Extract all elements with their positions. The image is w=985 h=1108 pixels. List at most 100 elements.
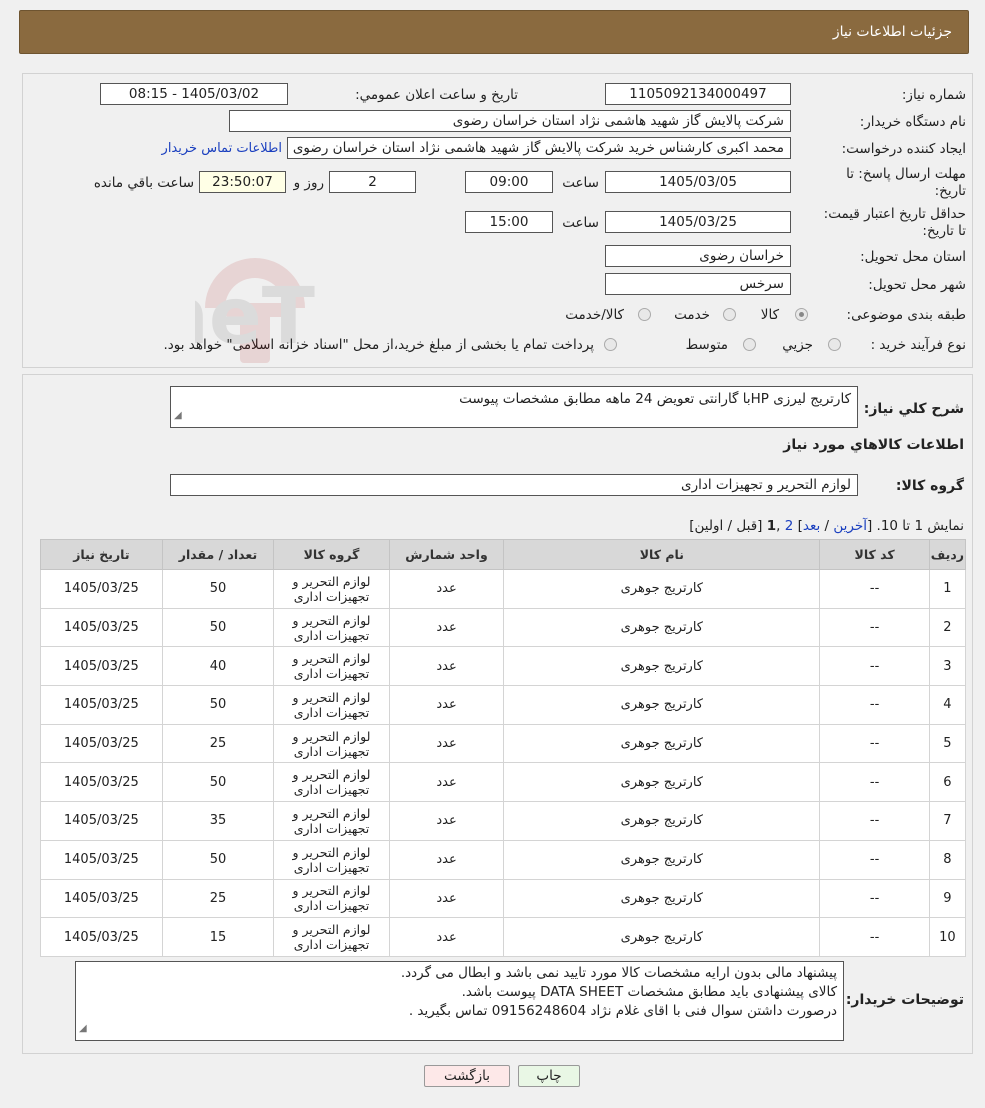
- process-option-small: جزيي: [782, 337, 813, 353]
- cell-index: 6: [928, 762, 967, 803]
- cell-date: 1405/03/25: [40, 878, 163, 919]
- goods-info-title: اطلاعات کالاهاي مورد نياز: [783, 437, 964, 453]
- buyer-org-field: شرکت پالایش گاز شهید هاشمی نژاد استان خر…: [229, 110, 791, 132]
- table-row: 9 -- کارتریج جوهری عدد لوازم التحرير و تجهيز…: [40, 878, 967, 919]
- print-button[interactable]: چاپ: [518, 1065, 580, 1087]
- validity-date-field: 1405/03/25: [605, 211, 791, 233]
- table-row: 3 -- کارتریج جوهری عدد لوازم التحرير و تجهيز…: [40, 646, 967, 687]
- table-row: 7 -- کارتریج جوهری عدد لوازم التحرير و تجهيز…: [40, 801, 967, 841]
- description-text: کارتریج لیرزی HPبا گارانتی تعویض 24 ماهه…: [459, 391, 851, 407]
- cell-index: 1: [928, 569, 967, 609]
- goods-group-field: لوازم التحرير و تجهيزات اداری: [170, 474, 858, 496]
- cell-group: لوازم التحرير و تجهيزات اداری: [273, 801, 390, 841]
- goods-group-label: گروه کالا:: [895, 478, 964, 494]
- cell-code: --: [819, 607, 930, 648]
- deadline-time-field: 09:00: [465, 171, 553, 193]
- cell-name: کارتریج جوهری: [503, 762, 821, 803]
- col-header-unit: واحد شمارش: [388, 539, 505, 570]
- cell-name: کارتریج جوهری: [503, 839, 821, 880]
- deadline-date-field: 1405/03/05: [605, 171, 791, 193]
- pagination-sep: /: [820, 518, 834, 534]
- page-header: جزئیات اطلاعات نیاز: [19, 10, 969, 54]
- cell-unit: عدد: [388, 801, 505, 841]
- pagination-prefix: نمایش 1 تا 10. [: [866, 518, 964, 534]
- buyer-org-label: نام دستگاه خريدار:: [859, 114, 966, 130]
- process-radio-medium[interactable]: [743, 337, 756, 352]
- category-radio-both[interactable]: [638, 307, 651, 322]
- cell-index: 10: [928, 917, 967, 957]
- table-header-row: رديف کد کالا نام کالا واحد شمارش گروه کا…: [40, 539, 967, 570]
- cell-name: کارتریج جوهری: [503, 569, 821, 609]
- cell-date: 1405/03/25: [40, 762, 163, 803]
- description-textarea[interactable]: کارتریج لیرزی HPبا گارانتی تعویض 24 ماهه…: [170, 386, 858, 428]
- col-header-code: کد کالا: [819, 539, 930, 570]
- announce-label: تاریخ و ساعت اعلان عمومي:: [355, 87, 518, 103]
- creator-label: ايجاد کننده درخواست:: [841, 141, 966, 157]
- table-row: 2 -- کارتریج جوهری عدد لوازم التحرير و تجهيز…: [40, 607, 967, 648]
- cell-code: --: [819, 569, 930, 609]
- cell-qty: 50: [161, 607, 275, 648]
- cell-unit: عدد: [388, 685, 505, 725]
- cell-name: کارتریج جوهری: [503, 646, 821, 687]
- pagination-sep: ,: [776, 518, 785, 534]
- cell-date: 1405/03/25: [40, 801, 163, 841]
- cell-qty: 50: [161, 685, 275, 725]
- cell-code: --: [819, 839, 930, 880]
- buyer-note-line: درصورت داشتن سوال فنی با اقای غلام نژاد …: [408, 1003, 837, 1019]
- cell-date: 1405/03/25: [40, 607, 163, 648]
- pagination-last-link[interactable]: آخرين: [833, 518, 867, 534]
- pagination-suffix: [قبل / اولين]: [689, 518, 767, 534]
- process-option-medium: متوسط: [685, 337, 728, 353]
- category-option-service: خدمت: [674, 307, 710, 323]
- province-field: خراسان رضوی: [605, 245, 791, 267]
- payment-checkbox[interactable]: [604, 337, 617, 352]
- table-row: 1 -- کارتریج جوهری عدد لوازم التحرير و تجهيز…: [40, 569, 967, 609]
- cell-group: لوازم التحرير و تجهيزات اداری: [273, 685, 390, 725]
- pagination: نمایش 1 تا 10. [آخرين / بعد] 2 ,1 [قبل /…: [689, 518, 964, 534]
- buyer-notes-label: توضيحات خريدار:: [845, 992, 964, 1008]
- col-header-qty: تعداد / مقدار: [161, 539, 275, 570]
- cell-index: 5: [928, 723, 967, 764]
- resize-handle-icon: ◢: [79, 1023, 87, 1034]
- buyer-notes-textarea[interactable]: پیشنهاد مالی بدون ارایه مشخصات کالا مورد…: [75, 961, 844, 1041]
- cell-name: کارتریج جوهری: [503, 607, 821, 648]
- radio-icon: [795, 308, 808, 321]
- cell-qty: 50: [161, 839, 275, 880]
- cell-unit: عدد: [388, 839, 505, 880]
- radio-icon: [638, 308, 651, 321]
- col-header-group: گروه کالا: [273, 539, 390, 570]
- cell-index: 9: [928, 878, 967, 919]
- cell-code: --: [819, 762, 930, 803]
- category-radio-service[interactable]: [723, 307, 736, 322]
- cell-qty: 15: [161, 917, 275, 957]
- cell-index: 2: [928, 607, 967, 648]
- city-field: سرخس: [605, 273, 791, 295]
- cell-group: لوازم التحرير و تجهيزات اداری: [273, 646, 390, 687]
- checkbox-icon: [604, 338, 617, 351]
- cell-group: لوازم التحرير و تجهيزات اداری: [273, 607, 390, 648]
- back-button[interactable]: بازگشت: [424, 1065, 510, 1087]
- buyer-note-line: کالای پیشنهادی باید مطابق مشخصات DATA SH…: [461, 984, 837, 1000]
- radio-icon: [723, 308, 736, 321]
- cell-date: 1405/03/25: [40, 723, 163, 764]
- page-title: جزئیات اطلاعات نیاز: [832, 24, 952, 40]
- need-number-field: 1105092134000497: [605, 83, 791, 105]
- remaining-time-field: 23:50:07: [199, 171, 286, 193]
- buyer-contact-link[interactable]: اطلاعات تماس خريدار: [162, 141, 282, 156]
- category-radio-goods[interactable]: [795, 307, 808, 322]
- cell-index: 7: [928, 801, 967, 841]
- pagination-next-link[interactable]: بعد: [803, 518, 820, 534]
- need-info-panel: شماره نیاز: 1105092134000497 تاریخ و ساع…: [22, 73, 973, 368]
- cell-qty: 35: [161, 801, 275, 841]
- cell-date: 1405/03/25: [40, 917, 163, 957]
- process-label: نوع فرآيند خريد :: [870, 337, 966, 353]
- cell-date: 1405/03/25: [40, 646, 163, 687]
- process-radio-small[interactable]: [828, 337, 841, 352]
- cell-code: --: [819, 917, 930, 957]
- table-row: 8 -- کارتریج جوهری عدد لوازم التحرير و تجهيز…: [40, 839, 967, 880]
- cell-name: کارتریج جوهری: [503, 801, 821, 841]
- cell-date: 1405/03/25: [40, 569, 163, 609]
- days-label: روز و: [293, 175, 324, 191]
- announce-field: 1405/03/02 - 08:15: [100, 83, 288, 105]
- creator-field: محمد اکبری کارشناس خرید شرکت پالایش گاز …: [287, 137, 791, 159]
